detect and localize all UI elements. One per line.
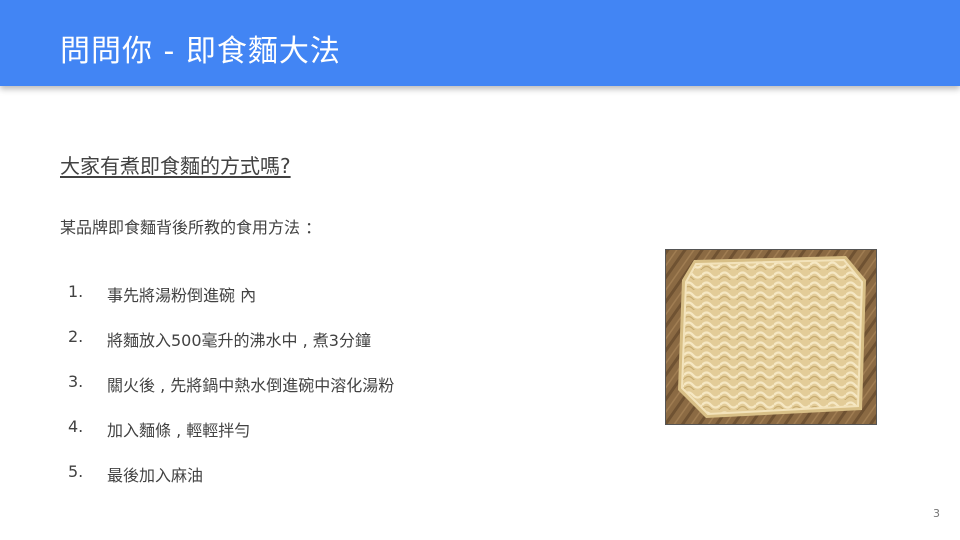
step-number: 2. <box>68 327 84 346</box>
step-text: 最後加入麻油 <box>107 466 204 485</box>
step-text: 事先將湯粉倒進碗 內 <box>107 286 257 305</box>
step-text: 加入麵條 , 輕輕拌勻 <box>107 421 251 440</box>
step-number: 3. <box>68 372 84 391</box>
step-number: 4. <box>68 417 84 436</box>
slide-title: 問問你 - 即食麵大法 <box>60 34 341 69</box>
step-text: 關火後 , 先將鍋中熱水倒進碗中溶化湯粉 <box>107 376 395 395</box>
step-number: 1. <box>68 282 84 301</box>
instant-noodle-photo <box>665 249 877 425</box>
slide-header: 問問你 - 即食麵大法 <box>0 0 960 86</box>
page-number: 3 <box>933 507 940 520</box>
step-text: 將麵放入500毫升的沸水中 , 煮3分鐘 <box>107 331 371 350</box>
step-number: 5. <box>68 462 84 481</box>
noodle-image <box>666 250 876 424</box>
intro-text: 某品牌即食麵背後所教的食用方法 ： <box>60 218 322 237</box>
question-heading: 大家有煮即食麵的方式嗎? <box>60 154 291 178</box>
